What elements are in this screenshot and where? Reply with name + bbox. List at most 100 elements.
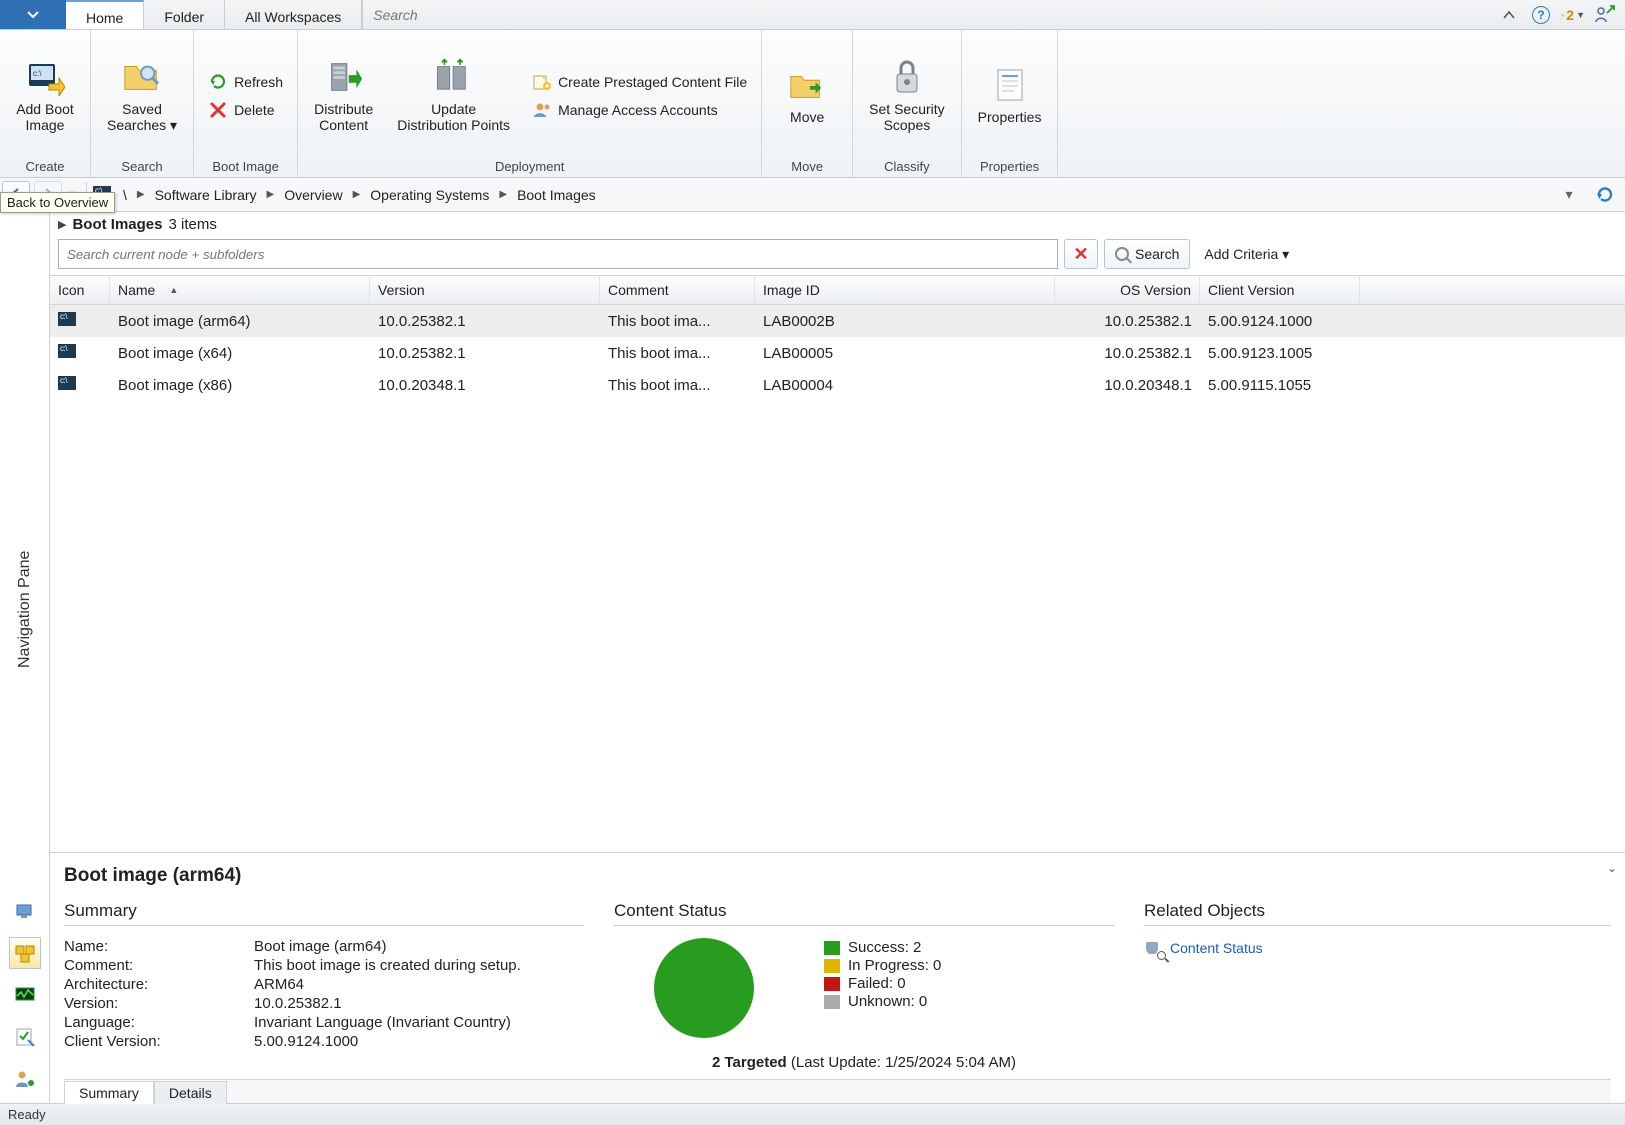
add-boot-image-button[interactable]: c:\ Add Boot Image	[10, 53, 80, 137]
tab-all-workspaces[interactable]: All Workspaces	[225, 0, 362, 29]
cell-comment: This boot ima...	[600, 313, 755, 330]
help-button[interactable]: ?	[1529, 3, 1553, 27]
col-os-version[interactable]: OS Version	[1055, 276, 1200, 304]
cell-comment: This boot ima...	[600, 377, 755, 394]
expand-icon[interactable]: ▶	[58, 218, 66, 231]
legend-success: Success: 2	[824, 939, 941, 956]
app-menu-button[interactable]	[0, 0, 66, 29]
cell-client-version: 5.00.9124.1000	[1200, 313, 1360, 330]
manage-access-button[interactable]: Manage Access Accounts	[528, 98, 722, 122]
distribute-content-button[interactable]: Distribute Content	[308, 53, 379, 137]
notifications-button[interactable]: 2 ▼	[1561, 3, 1585, 27]
create-prestaged-button[interactable]: Create Prestaged Content File	[528, 70, 751, 94]
col-icon[interactable]: Icon	[50, 276, 110, 304]
swatch-success	[824, 941, 840, 955]
global-search-input[interactable]: Search	[362, 0, 1489, 29]
properties-button[interactable]: Properties	[972, 61, 1048, 129]
tab-summary[interactable]: Summary	[64, 1081, 154, 1104]
details-tabs: Summary Details	[64, 1079, 1611, 1103]
lock-icon	[887, 57, 927, 97]
workspace-community[interactable]	[9, 1063, 41, 1095]
content-status-link[interactable]: Content Status	[1144, 938, 1611, 958]
workspace-assets[interactable]	[9, 895, 41, 927]
crumb-root[interactable]: \	[119, 185, 131, 205]
distribute-label: Distribute Content	[314, 101, 373, 133]
update-dp-button[interactable]: Update Distribution Points	[391, 53, 516, 137]
details-collapse-button[interactable]: ⌄	[1607, 861, 1617, 875]
connection-button[interactable]	[1593, 3, 1617, 27]
cell-client-version: 5.00.9115.1055	[1200, 377, 1360, 394]
chevron-down-icon	[27, 11, 39, 19]
legend-unknown: Unknown: 0	[824, 993, 941, 1010]
boot-image-icon	[58, 376, 76, 390]
crumb-software-library[interactable]: Software Library	[151, 185, 261, 205]
crumb-sep[interactable]: ▶	[499, 189, 507, 200]
crumb-operating-systems[interactable]: Operating Systems	[366, 185, 493, 205]
group-label: Classify	[863, 156, 950, 175]
saved-searches-button[interactable]: Saved Searches ▾	[101, 53, 183, 137]
user-link-icon	[1594, 5, 1616, 25]
move-button[interactable]: Move	[772, 61, 842, 129]
navigation-pane-collapsed[interactable]: Navigation Pane	[0, 212, 50, 1103]
main: Navigation Pane ▶ Boot Images 3 items ✕ …	[0, 212, 1625, 1103]
move-label: Move	[790, 109, 824, 125]
boot-image-icon	[58, 312, 76, 326]
ribbon-group-properties: Properties Properties	[962, 30, 1059, 177]
crumb-overview[interactable]: Overview	[280, 185, 346, 205]
update-dp-icon	[434, 57, 474, 97]
tab-home[interactable]: Home	[66, 0, 144, 29]
help-icon: ?	[1532, 6, 1550, 24]
properties-icon	[990, 65, 1030, 105]
tab-details[interactable]: Details	[154, 1081, 227, 1104]
collapse-ribbon-button[interactable]	[1497, 3, 1521, 27]
add-criteria-button[interactable]: Add Criteria ▾	[1196, 246, 1297, 263]
workspace-software-library[interactable]	[9, 937, 41, 969]
k-client: Client Version:	[64, 1033, 254, 1050]
group-label: Deployment	[308, 156, 751, 175]
related-heading: Related Objects	[1144, 901, 1611, 926]
content-status-icon	[1144, 938, 1164, 958]
col-comment[interactable]: Comment	[600, 276, 755, 304]
clear-icon: ✕	[1073, 244, 1088, 265]
access-accounts-icon	[532, 100, 552, 120]
refresh-label: Refresh	[234, 74, 283, 90]
refresh-view-button[interactable]	[1585, 185, 1625, 205]
node-search-input[interactable]	[58, 239, 1058, 269]
table-row[interactable]: Boot image (x86) 10.0.20348.1 This boot …	[50, 369, 1625, 401]
table-row[interactable]: Boot image (x64) 10.0.25382.1 This boot …	[50, 337, 1625, 369]
refresh-button[interactable]: Refresh	[204, 70, 287, 94]
node-title: Boot Images	[72, 216, 162, 233]
cell-os-version: 10.0.20348.1	[1055, 377, 1200, 394]
address-dropdown[interactable]: ▾	[1561, 186, 1577, 203]
v-name: Boot image (arm64)	[254, 938, 584, 955]
crumb-sep[interactable]: ▶	[137, 189, 145, 200]
delete-button[interactable]: Delete	[204, 98, 278, 122]
workspace-administration[interactable]	[9, 1021, 41, 1053]
crumb-sep[interactable]: ▶	[267, 189, 275, 200]
col-name[interactable]: Name	[110, 276, 370, 304]
group-label: Properties	[972, 156, 1048, 175]
legend-inprogress: In Progress: 0	[824, 957, 941, 974]
workspace-switcher	[9, 887, 41, 1103]
clear-search-button[interactable]: ✕	[1064, 239, 1098, 269]
search-button[interactable]: Search	[1104, 239, 1190, 269]
details-summary: Summary Name:Boot image (arm64) Comment:…	[64, 901, 584, 1071]
col-client-version[interactable]: Client Version	[1200, 276, 1360, 304]
crumb-boot-images[interactable]: Boot Images	[513, 185, 600, 205]
prestaged-icon	[532, 72, 552, 92]
tab-folder[interactable]: Folder	[144, 0, 225, 29]
content-status-heading: Content Status	[614, 901, 1114, 926]
cell-image-id: LAB0002B	[755, 313, 1055, 330]
v-version: 10.0.25382.1	[254, 995, 584, 1012]
ribbon-group-deployment: Distribute Content Update Distribution P…	[298, 30, 762, 177]
security-scopes-button[interactable]: Set Security Scopes	[863, 53, 950, 137]
refresh-icon	[1595, 185, 1615, 205]
boot-image-add-icon: c:\	[25, 57, 65, 97]
group-label: Move	[772, 156, 842, 175]
crumb-sep[interactable]: ▶	[353, 189, 361, 200]
workspace-monitoring[interactable]	[9, 979, 41, 1011]
col-version[interactable]: Version	[370, 276, 600, 304]
table-row[interactable]: Boot image (arm64) 10.0.25382.1 This boo…	[50, 305, 1625, 337]
col-image-id[interactable]: Image ID	[755, 276, 1055, 304]
node-count: 3 items	[168, 216, 216, 233]
